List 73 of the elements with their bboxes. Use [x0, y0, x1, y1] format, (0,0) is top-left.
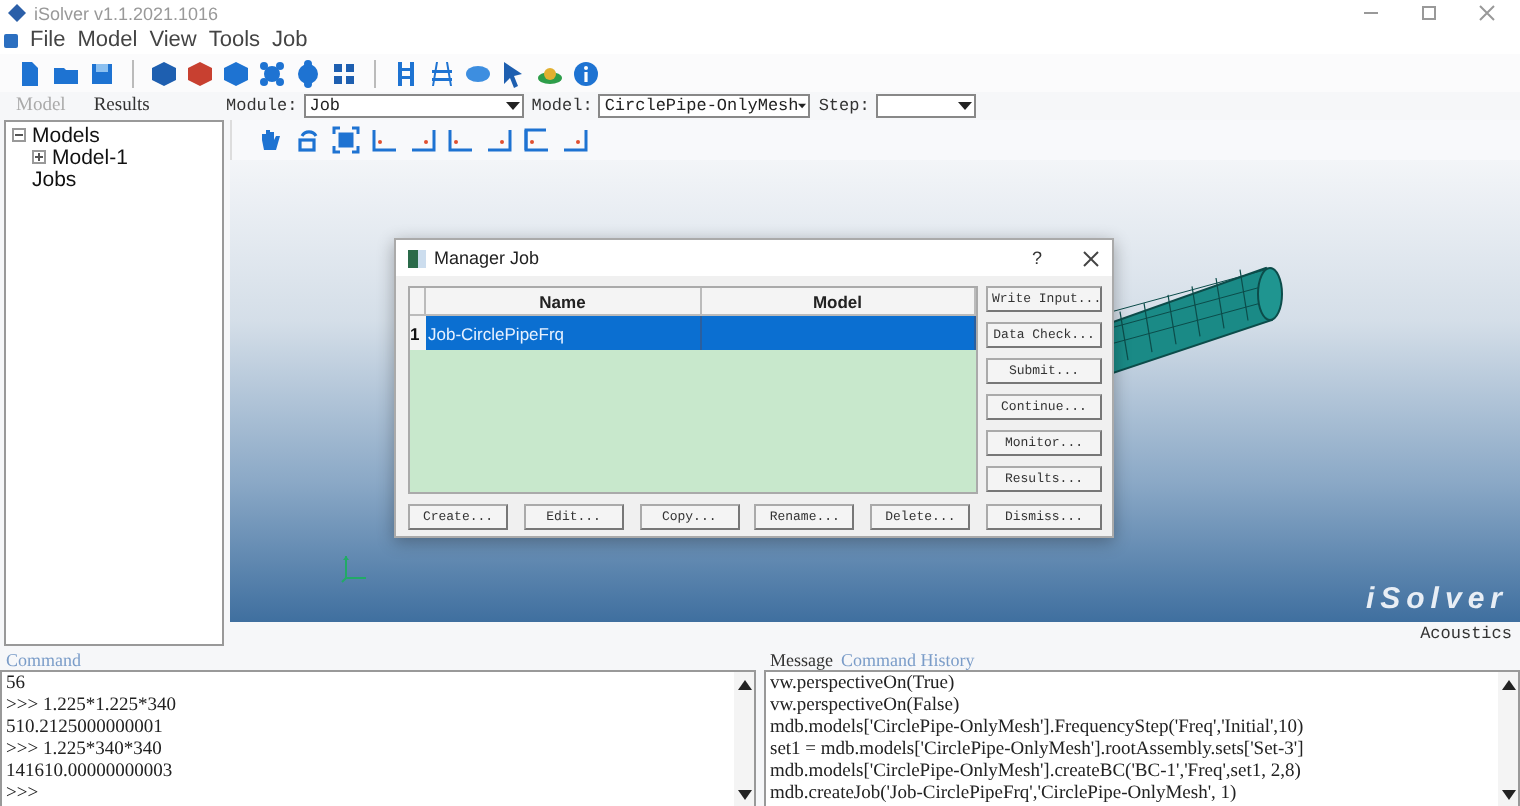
- module-name: Acoustics: [1420, 624, 1512, 644]
- message-line: mdb.models['CirclePipe-OnlyMesh'].createBC('BC-1','Freq',set1, 2,8): [770, 762, 1303, 784]
- message-line: mdb.models['CirclePipe-OnlyMesh'].FrequencyStep('Freq','Initial',10): [770, 718, 1306, 740]
- menu-item[interactable]: Model: [77, 28, 138, 52]
- console-line: >>> 1.225*1.225*340: [6, 696, 178, 718]
- scroll-down-icon[interactable]: [737, 790, 751, 800]
- menu-item[interactable]: Tools: [208, 28, 261, 52]
- hand-icon[interactable]: [256, 126, 284, 154]
- message-line: vw.perspectiveOn(False): [770, 696, 962, 718]
- selector-label: Step:: [818, 96, 870, 116]
- collapse-icon[interactable]: [12, 128, 26, 142]
- axes-view-icon[interactable]: [370, 126, 398, 154]
- grid-icon[interactable]: [330, 59, 358, 87]
- help-button[interactable]: ?: [1031, 248, 1042, 268]
- tree-item[interactable]: Models: [32, 123, 100, 147]
- list-icon[interactable]: [392, 59, 420, 87]
- pane-title: Command: [6, 650, 81, 670]
- dropdown[interactable]: CirclePipe-OnlyMesh: [598, 94, 811, 118]
- maximize-icon[interactable]: [1420, 4, 1438, 22]
- selector-label: Model:: [531, 96, 593, 116]
- close-icon[interactable]: [1082, 249, 1100, 267]
- message-line: vw.perspectiveOn(True): [770, 674, 957, 696]
- message-line: set1 = mdb.models['CirclePipe-OnlyMesh'].rootAssembly.sets['Set-3']: [770, 740, 1306, 762]
- table-cell[interactable]: [701, 316, 976, 350]
- dropdown-arrow-icon: [505, 100, 520, 112]
- cube-icon[interactable]: [222, 59, 250, 87]
- menu-item[interactable]: Job: [272, 28, 308, 52]
- scroll-up-icon[interactable]: [1501, 680, 1515, 690]
- axis-triad-icon: [340, 552, 368, 584]
- axes-view-icon[interactable]: [484, 126, 512, 154]
- console-line: >>>: [6, 784, 41, 806]
- document-icon[interactable]: [16, 59, 44, 87]
- axes-view-icon[interactable]: [560, 126, 588, 154]
- window-title: iSolver v1.1.2021.1016: [34, 3, 221, 23]
- console-line: 141610.00000000003: [6, 762, 175, 784]
- panel-tab[interactable]: Results: [93, 96, 150, 116]
- save-icon[interactable]: [88, 59, 116, 87]
- dialog-title: Manager Job: [434, 248, 542, 268]
- expand-icon[interactable]: [32, 150, 46, 164]
- axes-view-icon[interactable]: [522, 126, 550, 154]
- pane-tab[interactable]: Message: [770, 650, 833, 670]
- window-icon: [408, 249, 426, 267]
- app-menu-icon[interactable]: [4, 33, 18, 47]
- tree-item[interactable]: Model-1: [52, 145, 128, 169]
- info-icon[interactable]: [572, 59, 600, 87]
- menu-item[interactable]: File: [30, 28, 66, 52]
- dropdown[interactable]: Job: [303, 94, 524, 118]
- dropdown-arrow-icon: [957, 100, 972, 112]
- message-line: mdb.createJob('Job-CirclePipeFrq','CirclePipe-OnlyMesh', 1): [770, 784, 1239, 806]
- axes-view-icon[interactable]: [446, 126, 474, 154]
- axes-view-icon[interactable]: [408, 126, 436, 154]
- dropdown[interactable]: [875, 94, 976, 118]
- table-cell[interactable]: Job-CirclePipeFrq: [426, 316, 701, 350]
- gear-icon[interactable]: [294, 59, 322, 87]
- menu-item[interactable]: View: [149, 28, 197, 52]
- cube-icon[interactable]: [150, 59, 178, 87]
- cube-icon[interactable]: [186, 59, 214, 87]
- console-line: 510.2125000000001: [6, 718, 165, 740]
- dropdown-arrow-icon: [798, 100, 807, 112]
- scroll-down-icon[interactable]: [1501, 790, 1515, 800]
- console-line: >>> 1.225*340*340: [6, 740, 164, 762]
- ladder-icon[interactable]: [428, 59, 456, 87]
- app-logo-icon: [8, 4, 26, 22]
- selector-label: Module:: [226, 96, 298, 116]
- zoom-fit-icon[interactable]: [332, 126, 360, 154]
- command-console[interactable]: 56 >>> 1.225*1.225*340 510.2125000000001 >>> 1.225*340*340 141610.00000000003 >>>: [0, 670, 756, 806]
- row-number: 1: [410, 316, 426, 350]
- scroll-up-icon[interactable]: [737, 680, 751, 690]
- tree-item[interactable]: Jobs: [32, 167, 77, 191]
- logo-text: iSolver: [1365, 582, 1508, 616]
- gear-icon[interactable]: [258, 59, 286, 87]
- console-line: 56: [6, 674, 27, 696]
- rotate-icon[interactable]: [294, 126, 322, 154]
